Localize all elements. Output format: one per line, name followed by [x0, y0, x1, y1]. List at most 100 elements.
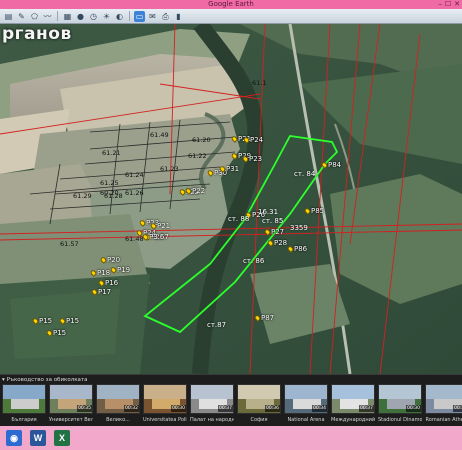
tour-item[interactable]: 00:32 Велико...	[96, 384, 140, 426]
historical-imagery-icon[interactable]: ◷	[88, 11, 99, 22]
tour-duration: 00:32	[124, 405, 139, 412]
placemark[interactable]: P24	[242, 136, 264, 144]
parcel-label: 61.29	[73, 192, 92, 200]
parcel-label: 60.20	[100, 189, 119, 197]
tour-item[interactable]: 00:36 София	[237, 384, 281, 426]
collapse-arrow-icon[interactable]: ▾	[2, 376, 5, 384]
parcel-label: 61.22	[188, 152, 207, 160]
placemark-label: P3.67	[149, 233, 169, 241]
polygon-icon[interactable]: ⬠	[29, 11, 40, 22]
parcel-label: 61.24	[125, 171, 144, 179]
tour-label: Universitatea Polite...	[143, 417, 187, 423]
tour-guide-panel: ▾ Ръководство за обиколката България 00:…	[0, 374, 462, 426]
close-button[interactable]: ✕	[454, 0, 460, 9]
tour-item[interactable]: 00:30 Universitatea Polite...	[143, 384, 187, 426]
tour-duration: 00:30	[406, 405, 421, 412]
google-earth-taskbar-icon[interactable]: ◉	[6, 430, 22, 446]
tour-duration: 00:34	[312, 405, 327, 412]
tour-item[interactable]: 00:35 Университет Вел...	[49, 384, 93, 426]
placemark-label: P27	[271, 228, 285, 236]
tour-item[interactable]: 00:30 Stadionul Dinamo	[378, 384, 422, 426]
tour-label: България	[11, 417, 37, 423]
thumbnail-landmark	[11, 399, 39, 409]
parcel-label: 61.20	[192, 136, 211, 144]
placemark[interactable]: P21	[149, 222, 170, 230]
taskbar: ◉ W X	[0, 426, 462, 450]
placemark[interactable]: P28	[266, 239, 287, 247]
placemark-label: P22	[192, 187, 206, 195]
record-tour-icon[interactable]: ●	[75, 11, 86, 22]
google-maps-icon[interactable]: ▮	[173, 11, 184, 22]
placemark-label: P15	[53, 329, 67, 337]
station-label: ст. 85	[262, 217, 284, 225]
map-view[interactable]: рганов 61.49 61.20 61.22 61.23 61.24 61.25 61.…	[0, 24, 462, 374]
thumbnail-sky	[97, 385, 139, 399]
placemark-label: P20	[107, 256, 121, 264]
placemark-label: P16	[105, 279, 119, 287]
placemark[interactable]: P17	[90, 288, 111, 296]
tour-item[interactable]: 00:34 National Arena	[284, 384, 328, 426]
placemark[interactable]: P31	[218, 165, 240, 173]
placemark[interactable]: P86	[286, 245, 308, 253]
tour-label: София	[250, 417, 268, 423]
placemark-label: P86	[294, 245, 308, 253]
tour-duration: 00:30	[171, 405, 186, 412]
placemark[interactable]: P15	[58, 317, 79, 325]
parcel-label: 61.23	[160, 165, 179, 173]
placemark[interactable]: P18	[89, 269, 110, 277]
tour-label: Международний а...	[331, 417, 375, 423]
google-earth-window: Google Earth – ☐ ✕ ▤ ✎ ⬠ 〰 ▦ ● ◷ ☀ ◐ ▭ ✉ ⎙ ▮	[0, 0, 462, 450]
tour-item[interactable]: 00:37 Международний а...	[331, 384, 375, 426]
tour-item[interactable]: 00:34 Romanian Athe...	[425, 384, 462, 426]
thumbnail-sky	[285, 385, 327, 399]
placemark[interactable]: P15	[45, 329, 67, 337]
tour-guide-title: Ръководство за обиколката	[6, 377, 88, 383]
maximize-button[interactable]: ☐	[445, 0, 451, 9]
thumbnail-sky	[426, 385, 462, 399]
sun-icon[interactable]: ☀	[101, 11, 112, 22]
placemark[interactable]: P20	[99, 256, 121, 264]
path-icon[interactable]: 〰	[42, 11, 53, 22]
tour-thumbnail[interactable]	[2, 384, 46, 414]
tour-duration: 00:34	[453, 405, 462, 412]
planets-icon[interactable]: ◐	[114, 11, 125, 22]
placemark-label: P31	[226, 165, 240, 173]
word-taskbar-icon[interactable]: W	[30, 430, 46, 446]
placemark-label: P24	[250, 136, 264, 144]
tour-label: Romanian Athe...	[425, 417, 462, 423]
parcel-label: 61.49	[150, 131, 169, 139]
placemark[interactable]: P15	[31, 317, 52, 325]
print-icon[interactable]: ⎙	[160, 11, 171, 22]
station-label: ст.87	[207, 321, 227, 329]
placemark[interactable]: P85	[303, 207, 325, 215]
placemark[interactable]: P3.67	[141, 233, 169, 241]
placemark[interactable]: P84	[320, 161, 341, 169]
toolbar-separator	[57, 11, 58, 21]
parcel-label: 61.57	[60, 240, 79, 248]
placemark[interactable]: P19	[109, 266, 130, 274]
placemark[interactable]: P27	[263, 228, 285, 236]
image-overlay-icon[interactable]: ▦	[62, 11, 73, 22]
placemark[interactable]: P22	[184, 187, 206, 195]
toolbar-separator	[129, 11, 130, 21]
station-label: ст. 84	[294, 170, 316, 178]
parcel-label: 61.26	[125, 189, 144, 197]
excel-taskbar-icon[interactable]: X	[54, 430, 70, 446]
thumbnail-sky	[332, 385, 374, 399]
hide-sidebar-icon[interactable]: ▤	[3, 11, 14, 22]
email-icon[interactable]: ✉	[147, 11, 158, 22]
minimize-button[interactable]: –	[438, 0, 442, 9]
ruler-icon[interactable]: ▭	[134, 10, 145, 22]
parcel-label: 61.21	[102, 149, 121, 157]
placemark-icon[interactable]: ✎	[16, 11, 27, 22]
tour-duration: 00:36	[265, 405, 280, 412]
tour-item[interactable]: България	[2, 384, 46, 426]
station-label: 16.31	[258, 208, 279, 216]
tour-duration: 00:37	[359, 405, 374, 412]
tour-item[interactable]: 00:37 Палат на народните...	[190, 384, 234, 426]
placemark-label: P85	[311, 207, 325, 215]
tour-guide-header[interactable]: ▾ Ръководство за обиколката	[2, 376, 88, 384]
placemark[interactable]: P23	[241, 155, 262, 163]
placemark[interactable]: P87	[253, 314, 274, 322]
placemark[interactable]: P16	[97, 279, 119, 287]
